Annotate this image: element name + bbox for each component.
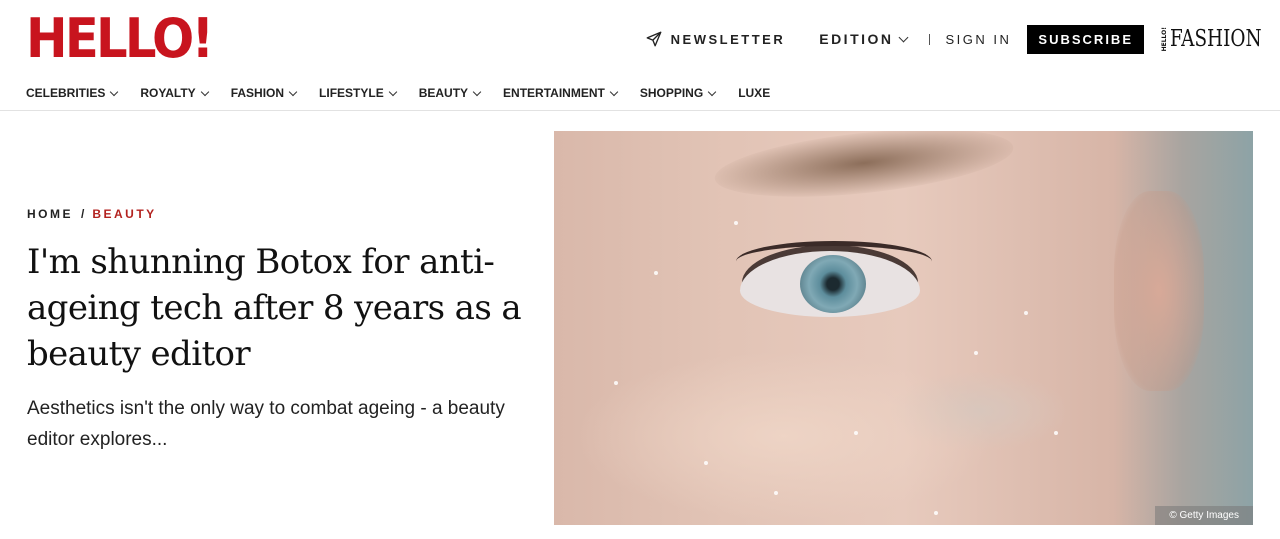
- chevron-down-icon: [898, 32, 908, 42]
- header-actions: NEWSLETTER EDITION SIGN IN SUBSCRIBE HEL…: [645, 24, 1262, 54]
- chevron-down-icon: [200, 87, 209, 96]
- breadcrumb-home[interactable]: HOME: [27, 207, 73, 221]
- nav-label: CELEBRITIES: [26, 86, 106, 100]
- chevron-down-icon: [288, 87, 298, 96]
- edition-label: EDITION: [819, 31, 894, 47]
- chevron-down-icon: [110, 87, 119, 96]
- nav-label: LUXE: [738, 86, 771, 100]
- water-droplet: [654, 271, 658, 275]
- breadcrumb-separator: /: [81, 207, 85, 221]
- sign-in-link[interactable]: SIGN IN: [946, 32, 1012, 47]
- image-credit: © Getty Images: [1155, 506, 1253, 525]
- chevron-down-icon: [707, 87, 717, 96]
- newsletter-link[interactable]: NEWSLETTER: [645, 30, 786, 48]
- nav-label: ENTERTAINMENT: [503, 86, 605, 100]
- chevron-down-icon: [609, 87, 619, 96]
- hello-logo[interactable]: HELLO!: [26, 10, 214, 68]
- nav-label: LIFESTYLE: [319, 86, 384, 100]
- article-standfirst: Aesthetics isn't the only way to combat …: [27, 398, 505, 450]
- breadcrumb-category[interactable]: BEAUTY: [92, 207, 156, 221]
- fashion-logo-word: FASHION: [1170, 26, 1262, 52]
- nav-item-entertainment[interactable]: ENTERTAINMENT: [503, 86, 619, 100]
- water-droplet: [974, 351, 978, 355]
- edition-selector[interactable]: EDITION: [819, 31, 908, 47]
- newsletter-label: NEWSLETTER: [670, 31, 786, 47]
- subscribe-button[interactable]: SUBSCRIBE: [1027, 24, 1144, 54]
- hero-image-brow: [711, 131, 1017, 209]
- chevron-down-icon: [472, 87, 482, 96]
- hero-image-eyelid: [736, 241, 932, 282]
- header-divider: [928, 33, 930, 45]
- water-droplet: [1024, 311, 1028, 315]
- hero-image-cheek: [574, 351, 994, 521]
- nav-label: BEAUTY: [418, 86, 469, 100]
- water-droplet: [734, 221, 738, 225]
- header-divider-line: [0, 110, 1280, 111]
- breadcrumb: HOME / BEAUTY: [27, 207, 157, 221]
- water-droplet: [704, 461, 708, 465]
- fashion-logo-mini: HELLO!: [1161, 26, 1168, 52]
- water-droplet: [854, 431, 858, 435]
- water-droplet: [614, 381, 618, 385]
- hero-image[interactable]: © Getty Images: [554, 131, 1253, 525]
- article-headline[interactable]: I'm shunning Botox for anti-ageing tech …: [27, 239, 527, 377]
- nav-item-fashion[interactable]: FASHION: [230, 86, 298, 100]
- water-droplet: [1054, 431, 1058, 435]
- hero-image-ear: [1114, 191, 1204, 391]
- nav-item-beauty[interactable]: BEAUTY: [418, 86, 482, 100]
- nav-label: ROYALTY: [140, 86, 196, 100]
- nav-item-shopping[interactable]: SHOPPING: [639, 86, 717, 100]
- water-droplet: [934, 511, 938, 515]
- paper-plane-icon: [646, 31, 662, 47]
- main-nav: CELEBRITIES ROYALTY FASHION LIFESTYLE BE…: [26, 86, 793, 100]
- water-droplet: [774, 491, 778, 495]
- nav-label: SHOPPING: [639, 86, 704, 100]
- nav-item-celebrities[interactable]: CELEBRITIES: [26, 86, 119, 100]
- nav-item-royalty[interactable]: ROYALTY: [140, 86, 209, 100]
- nav-item-luxe[interactable]: LUXE: [738, 86, 770, 100]
- chevron-down-icon: [388, 87, 397, 96]
- hello-fashion-logo[interactable]: HELLO! FASHION: [1161, 26, 1262, 52]
- nav-label: FASHION: [230, 86, 285, 100]
- nav-item-lifestyle[interactable]: LIFESTYLE: [319, 86, 397, 100]
